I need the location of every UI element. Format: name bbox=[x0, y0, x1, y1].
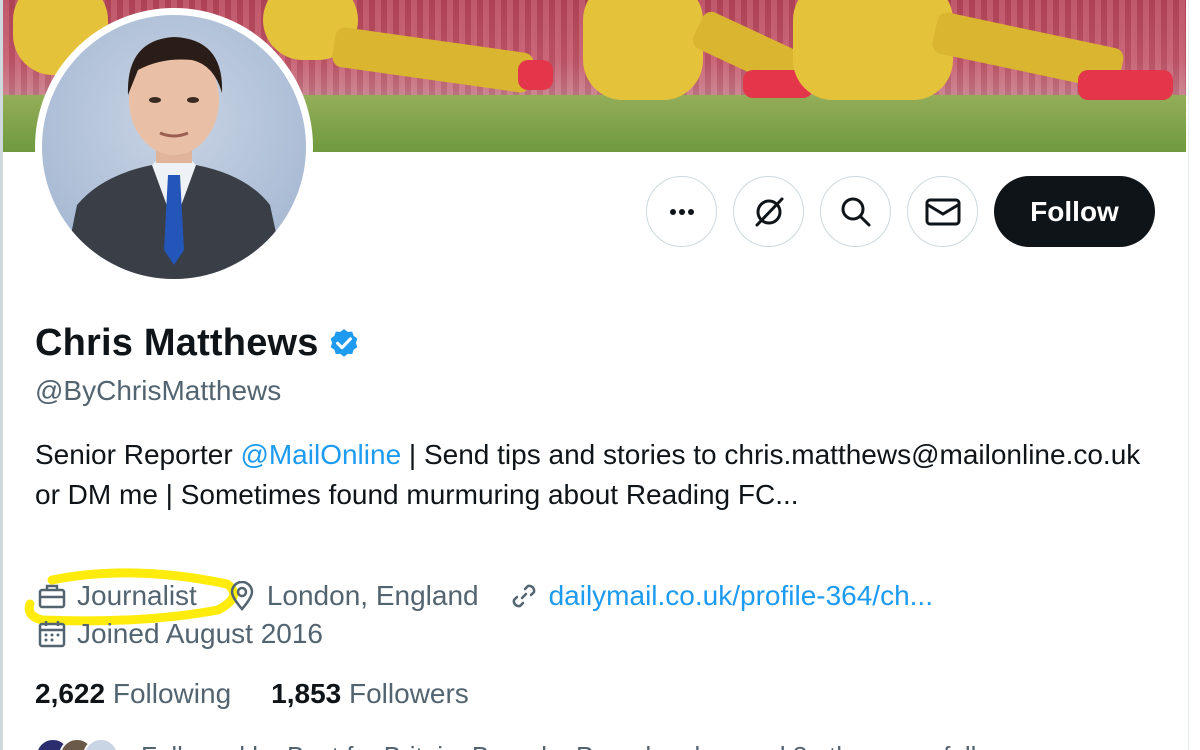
follower-avatar bbox=[83, 738, 119, 750]
follow-button[interactable]: Follow bbox=[994, 176, 1155, 247]
profile-location: London, England bbox=[225, 579, 479, 613]
followers-link[interactable]: 1,853 Followers bbox=[271, 678, 469, 710]
banner-player bbox=[793, 0, 953, 100]
profile-bio: Senior Reporter @MailOnline | Send tips … bbox=[35, 435, 1155, 515]
avatar-photo bbox=[42, 15, 306, 279]
calendar-icon bbox=[35, 617, 69, 651]
profile-avatar[interactable] bbox=[35, 8, 313, 286]
bio-text: Senior Reporter bbox=[35, 439, 241, 470]
following-count: 2,622 bbox=[35, 678, 106, 709]
avatar-portrait bbox=[62, 37, 286, 279]
profile-name-row: Chris Matthews bbox=[35, 322, 361, 365]
verified-badge-icon[interactable] bbox=[327, 327, 361, 361]
following-label: Following bbox=[112, 678, 232, 709]
profile-name: Chris Matthews bbox=[35, 322, 319, 364]
joined-label: Joined August 2016 bbox=[77, 618, 323, 649]
location-pin-icon bbox=[225, 579, 259, 613]
following-link[interactable]: 2,622 Following bbox=[35, 678, 231, 710]
followed-by-row[interactable]: Followed by Best for Britain, Barnaby Pa… bbox=[35, 738, 1010, 750]
link-icon bbox=[507, 579, 541, 613]
briefcase-icon bbox=[35, 579, 69, 613]
followers-label: Followers bbox=[349, 678, 469, 709]
profile-handle: @ByChrisMatthews bbox=[35, 375, 282, 406]
search-button[interactable] bbox=[820, 176, 891, 247]
more-icon bbox=[669, 208, 694, 215]
page-frame-right bbox=[1188, 0, 1200, 750]
more-options-button[interactable] bbox=[646, 176, 717, 247]
profile-joined: Joined August 2016 bbox=[35, 617, 323, 651]
follower-avatars bbox=[35, 738, 119, 750]
profile-stats: 2,622 Following 1,853 Followers bbox=[35, 678, 509, 710]
message-button[interactable] bbox=[907, 176, 978, 247]
followed-by-text: Followed by Best for Britain, Barnaby Pa… bbox=[141, 741, 1010, 750]
bio-mention-link[interactable]: @MailOnline bbox=[240, 439, 401, 470]
profile-website[interactable]: dailymail.co.uk/profile-364/ch... bbox=[507, 579, 933, 613]
location-label: London, England bbox=[266, 580, 479, 611]
followers-count: 1,853 bbox=[271, 678, 342, 709]
profile-category: Journalist bbox=[35, 579, 197, 613]
search-icon bbox=[841, 197, 870, 226]
category-label: Journalist bbox=[77, 580, 197, 611]
profile-joined-row: Joined August 2016 bbox=[35, 617, 351, 651]
profile-meta-row: Journalist London, England dailymail.co.… bbox=[35, 579, 961, 613]
grok-button[interactable] bbox=[733, 176, 804, 247]
banner-boot bbox=[1078, 70, 1173, 100]
grok-icon bbox=[755, 197, 783, 226]
banner-player bbox=[583, 0, 703, 100]
banner-boot bbox=[518, 60, 553, 90]
website-link[interactable]: dailymail.co.uk/profile-364/ch... bbox=[549, 580, 933, 612]
envelope-icon bbox=[925, 198, 960, 225]
